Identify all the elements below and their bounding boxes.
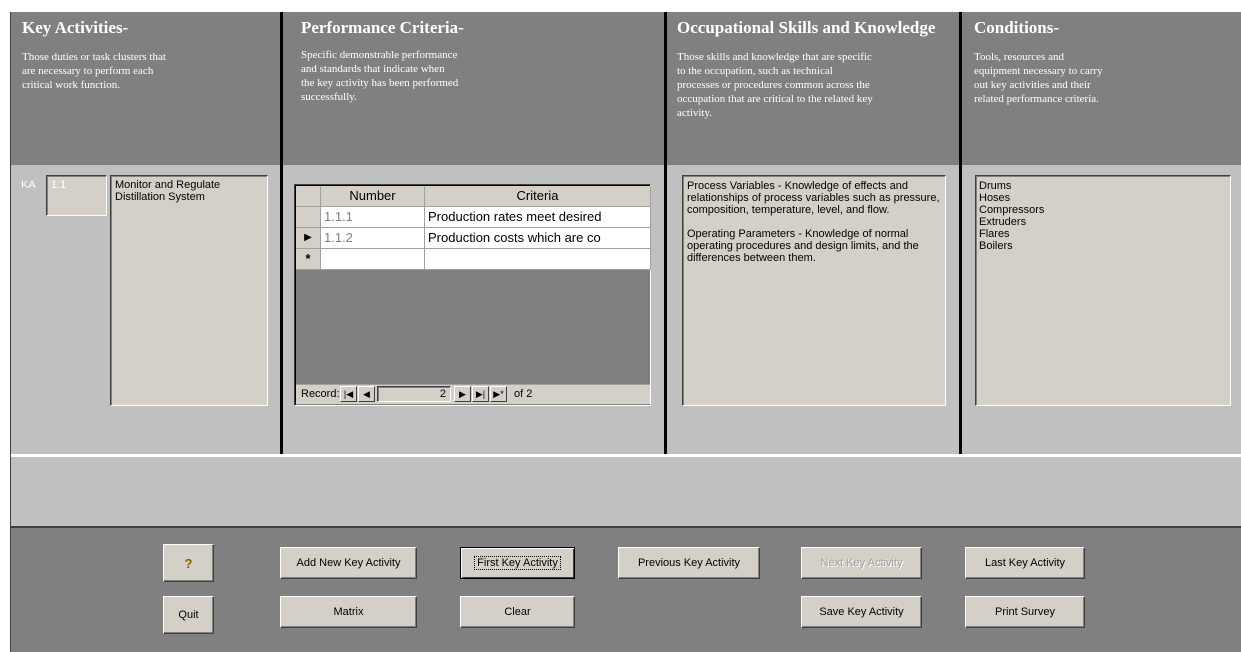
new-row-selector[interactable]: * (296, 249, 321, 270)
skills-knowledge-field[interactable]: Process Variables - Knowledge of effects… (682, 175, 946, 406)
column-desc-key-activities: Those duties or task clusters that are n… (22, 51, 166, 91)
next-record-button[interactable]: ▶ (454, 386, 471, 402)
status-strip (10, 457, 1241, 526)
ka-prefix-label: KA (21, 179, 36, 191)
help-button[interactable]: ? (163, 544, 214, 582)
help-icon: ? (184, 555, 193, 571)
header-key-activities: Key Activities- Those duties or task clu… (10, 12, 280, 165)
new-number-cell[interactable] (321, 249, 425, 270)
criteria-number-cell[interactable]: 1.1.1 (321, 207, 425, 228)
new-criteria-cell[interactable] (425, 249, 651, 270)
ka-number-field[interactable]: 1.1 (46, 175, 107, 216)
criteria-number-cell[interactable]: 1.1.2 (321, 228, 425, 249)
new-record-button[interactable]: ▶* (490, 386, 507, 402)
add-new-key-activity-button[interactable]: Add New Key Activity (280, 547, 417, 579)
column-divider (280, 12, 283, 454)
record-navigator: Record: |◀ ◀ 2 ▶ ▶| ▶* of 2 (296, 384, 650, 404)
column-title-key-activities: Key Activities- (22, 18, 129, 37)
column-desc-occupational-skills: Those skills and knowledge that are spec… (677, 51, 873, 119)
header-performance-criteria: Performance Criteria- Specific demonstra… (283, 12, 664, 165)
first-key-activity-button[interactable]: First Key Activity (460, 547, 575, 579)
ka-description-field[interactable]: Monitor and Regulate Distillation System (110, 175, 268, 406)
column-title-occupational-skills: Occupational Skills and Knowledge (677, 18, 936, 37)
previous-record-button[interactable]: ◀ (358, 386, 375, 402)
previous-key-activity-button[interactable]: Previous Key Activity (618, 547, 760, 579)
column-header-number[interactable]: Number (321, 186, 425, 207)
next-key-activity-button[interactable]: Next Key Activity (801, 547, 922, 579)
record-label: Record: (301, 388, 340, 400)
save-key-activity-button[interactable]: Save Key Activity (801, 596, 922, 628)
record-count: of 2 (514, 388, 533, 400)
left-edge-line (10, 12, 11, 652)
print-survey-button[interactable]: Print Survey (965, 596, 1085, 628)
criteria-text-cell[interactable]: Production rates meet desired (425, 207, 651, 228)
column-desc-performance-criteria: Specific demonstrable performance and st… (301, 49, 459, 103)
criteria-datasheet: Number Criteria 1.1.1 Production rates m… (294, 184, 651, 406)
current-record-field[interactable]: 2 (377, 386, 451, 402)
header-occupational-skills: Occupational Skills and Knowledge Those … (667, 12, 959, 165)
last-record-button[interactable]: ▶| (472, 386, 489, 402)
conditions-field[interactable]: Drums Hoses Compressors Extruders Flares… (975, 175, 1231, 406)
column-divider (959, 12, 962, 454)
quit-button[interactable]: Quit (163, 596, 214, 634)
row-selector[interactable]: ▶ (296, 228, 321, 249)
first-record-button[interactable]: |◀ (340, 386, 357, 402)
column-title-conditions: Conditions- (974, 18, 1060, 37)
last-key-activity-button[interactable]: Last Key Activity (965, 547, 1085, 579)
column-header-criteria[interactable]: Criteria (425, 186, 651, 207)
clear-button[interactable]: Clear (460, 596, 575, 628)
grid-corner (296, 186, 321, 207)
first-key-activity-label: First Key Activity (474, 556, 561, 570)
column-title-performance-criteria: Performance Criteria- (301, 18, 464, 37)
column-desc-conditions: Tools, resources and equipment necessary… (974, 51, 1103, 105)
criteria-text-cell[interactable]: Production costs which are co (425, 228, 651, 249)
matrix-button[interactable]: Matrix (280, 596, 417, 628)
row-selector[interactable] (296, 207, 321, 228)
header-conditions: Conditions- Tools, resources and equipme… (962, 12, 1241, 165)
